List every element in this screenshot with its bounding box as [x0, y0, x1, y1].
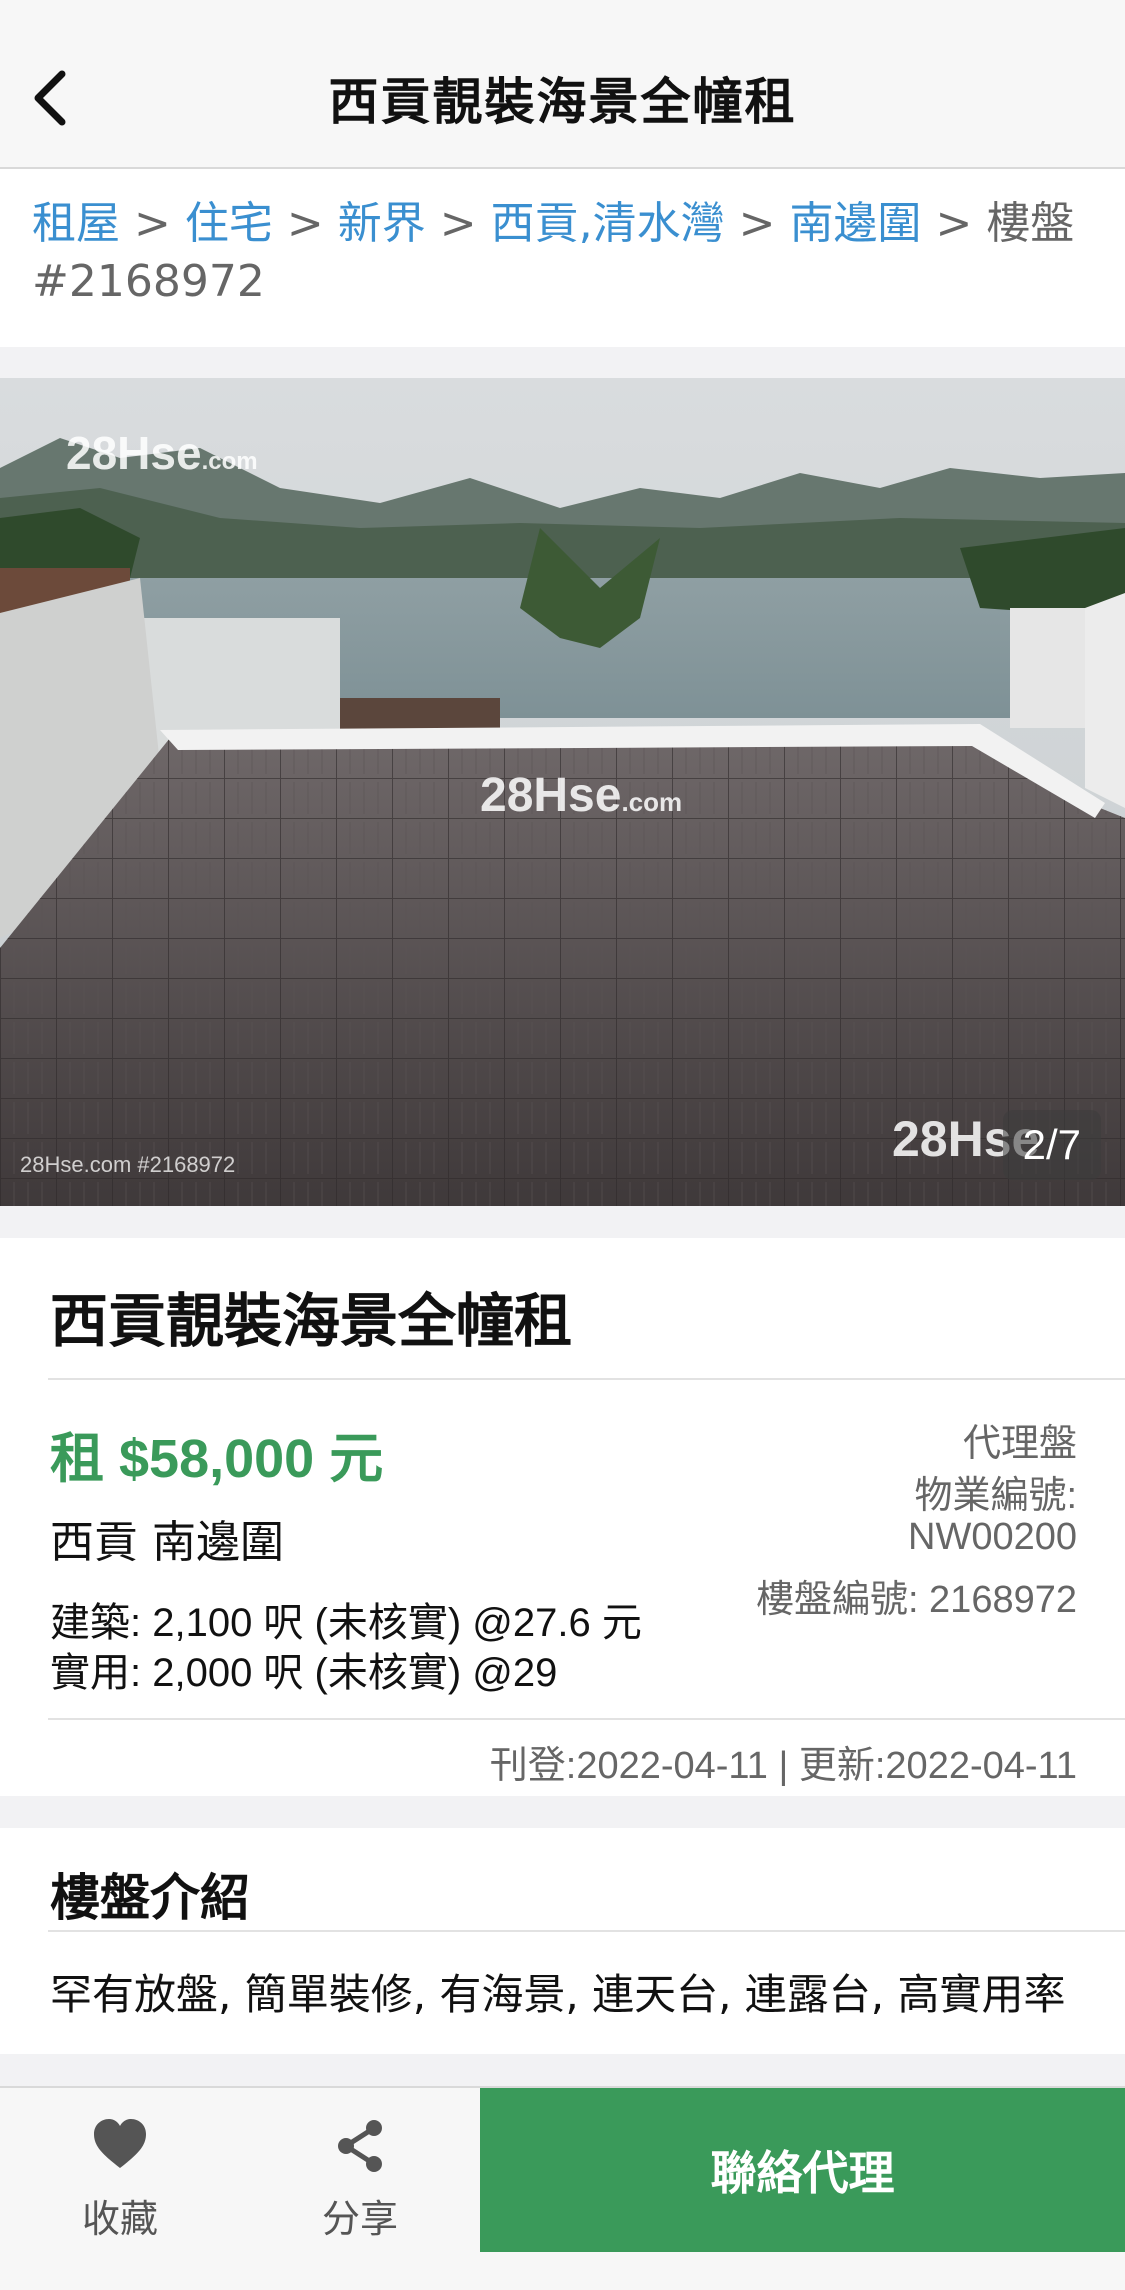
- favorite-label: 收藏: [81, 2197, 158, 2241]
- breadcrumb-separator: >: [439, 198, 491, 249]
- bottom-action-bar: 收藏 分享 聯絡代理: [0, 2086, 1125, 2290]
- page-title: 西貢靚裝海景全幢租: [328, 73, 797, 131]
- rent-price: 租 $58,000 元: [50, 1429, 384, 1489]
- photo-caption: 28Hse.com #2168972: [20, 1152, 236, 1177]
- breadcrumb-separator: >: [134, 198, 185, 249]
- listing-title: 西貢靚裝海景全幢租: [50, 1287, 573, 1355]
- breadcrumb-section: 租屋 > 住宅 > 新界 > 西貢,清水灣 > 南邊圍 > 樓盤 #216897…: [0, 169, 1125, 347]
- watermark-logo: 28Hse.com: [66, 427, 258, 479]
- breadcrumb: 租屋 > 住宅 > 新界 > 西貢,清水灣 > 南邊圍 > 樓盤 #216897…: [32, 195, 1095, 311]
- divider: [48, 1930, 1125, 1932]
- breadcrumb-nam-pin-wai[interactable]: 南邊圍: [789, 198, 921, 249]
- net-area: 實用: 2,000 呎 (未核實) @29: [50, 1651, 558, 1695]
- divider: [48, 1718, 1125, 1720]
- breadcrumb-separator: >: [738, 198, 790, 249]
- breadcrumb-new-territories[interactable]: 新界: [338, 198, 426, 249]
- listing-number: 樓盤編號: 2168972: [755, 1579, 1077, 1621]
- watermark-logo: 28Hse.com: [480, 769, 683, 822]
- agent-listing-badge: 代理盤: [962, 1423, 1077, 1465]
- share-label: 分享: [321, 2197, 398, 2241]
- intro-text: 罕有放盤, 簡單裝修, 有海景, 連天台, 連露台, 高實用率: [50, 1970, 1066, 2019]
- property-intro-card: 樓盤介紹 罕有放盤, 簡單裝修, 有海景, 連天台, 連露台, 高實用率: [0, 1828, 1125, 2054]
- share-button[interactable]: 分享: [240, 2088, 480, 2258]
- breadcrumb-separator: >: [935, 198, 987, 249]
- listing-dates: 刊登:2022-04-11 | 更新:2022-04-11: [489, 1745, 1077, 1787]
- breadcrumb-separator: >: [286, 198, 338, 249]
- contact-agent-button[interactable]: 聯絡代理: [480, 2088, 1125, 2252]
- photo-counter: 2/7: [1002, 1110, 1101, 1180]
- heart-icon: [92, 2118, 148, 2178]
- listing-info-card: 西貢靚裝海景全幢租 租 $58,000 元 西貢 南邊圍 建築: 2,100 呎…: [0, 1238, 1125, 1796]
- property-code: NW00200: [908, 1516, 1077, 1558]
- photo-gallery[interactable]: 28Hse.com 28Hse.com 28Hse 28Hse.com #216…: [0, 378, 1125, 1206]
- district: 西貢 南邊圍: [50, 1517, 284, 1568]
- breadcrumb-residential[interactable]: 住宅: [185, 198, 273, 249]
- breadcrumb-sai-kung[interactable]: 西貢,清水灣: [491, 198, 725, 249]
- breadcrumb-rent[interactable]: 租屋: [32, 198, 120, 249]
- navigation-bar: 西貢靚裝海景全幢租: [0, 0, 1125, 169]
- divider: [48, 1378, 1125, 1380]
- favorite-button[interactable]: 收藏: [0, 2088, 240, 2258]
- share-icon: [332, 2118, 388, 2178]
- property-code-label: 物業編號:: [914, 1475, 1077, 1517]
- intro-heading: 樓盤介紹: [50, 1869, 250, 1927]
